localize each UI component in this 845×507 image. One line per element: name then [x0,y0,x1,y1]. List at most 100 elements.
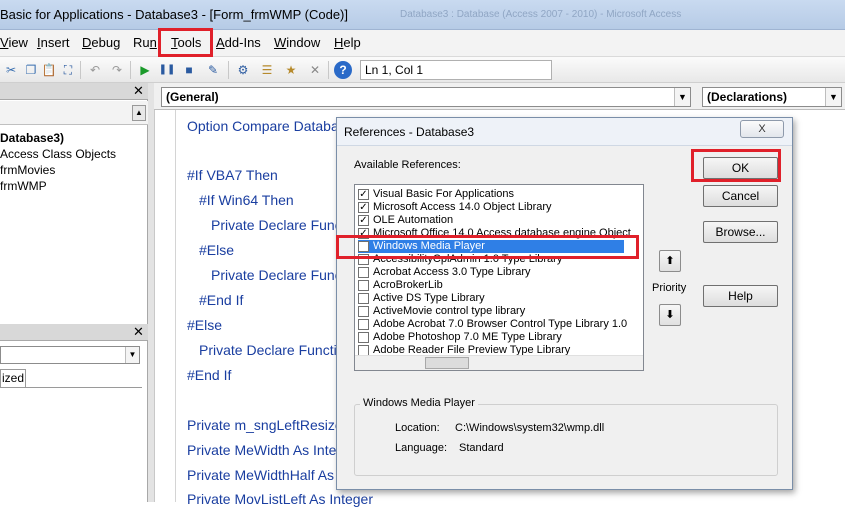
language-label: Language: [395,442,447,454]
reference-name: Adobe Photoshop 7.0 ME Type Library [373,331,562,343]
code-line: #End If [199,292,244,308]
scroll-up-icon[interactable]: ▲ [132,105,146,121]
windows-media-player-highlight-box [336,235,639,259]
reference-item[interactable]: ✓ OLE Automation [358,214,624,227]
copy-icon[interactable]: ❐ [22,61,40,79]
references-list[interactable]: AEAudioAPODllLibAdobe Reader File Previe… [354,184,644,371]
project-explorer-icon[interactable]: ⚙ [234,61,252,79]
code-line: #Else [199,242,235,258]
chevron-down-icon[interactable]: ▼ [125,347,139,363]
priority-up-button[interactable]: ⬆ [659,250,681,272]
reference-item[interactable]: Acrobat Access 3.0 Type Library [358,266,624,279]
reference-checkbox[interactable] [358,280,369,291]
reference-item[interactable]: AcroBrokerLib [358,279,624,292]
tab-categorized[interactable]: ized [0,369,26,387]
reference-checkbox[interactable]: ✓ [358,189,369,200]
help-button[interactable]: Help [703,285,778,307]
find-icon[interactable]: ⛶ [59,61,77,79]
toolbar-separator [328,61,329,79]
code-line: #If Win64 Then [199,192,294,208]
browse-button[interactable]: Browse... [703,221,778,243]
tools-highlight-box [158,28,213,57]
properties-icon[interactable]: ☰ [258,61,276,79]
reset-icon[interactable]: ■ [180,61,198,79]
project-title[interactable]: Database3) [0,131,64,145]
cut-icon[interactable]: ✂ [2,61,20,79]
reference-item[interactable]: ✓ Microsoft Access 14.0 Object Library [358,201,624,214]
toolbar-separator [130,61,131,79]
project-pane: ✕ ▲ Database3) Access Class Objects frmM… [0,83,148,502]
access-key: n [149,35,157,50]
paste-icon[interactable]: 📋 [40,61,58,79]
reference-name: Active DS Type Library [373,292,485,304]
object-combo-value: (General) [166,90,219,104]
properties-pane-header: ✕ [0,324,148,341]
group-title: Windows Media Player [360,397,478,409]
toolbar-separator [80,61,81,79]
reference-checkbox[interactable] [358,267,369,278]
project-pane-header: ✕ [0,83,148,100]
cursor-position: Ln 1, Col 1 [360,60,552,80]
code-line: Private m_sngLeftResizeP [187,417,352,433]
reference-checkbox[interactable]: ✓ [358,215,369,226]
close-icon[interactable]: ✕ [132,325,145,338]
code-line: Private MeWidthHalf As [187,467,335,483]
reference-item[interactable]: Active DS Type Library [358,292,624,305]
menu-debug[interactable]: Debug [82,35,120,50]
menu-view[interactable]: View [0,35,28,50]
menu-bar: View Insert Debug Run Tools Add-Ins Wind… [0,30,845,57]
menu-add-ins[interactable]: Add-Ins [216,35,261,50]
reference-checkbox[interactable] [358,293,369,304]
cancel-button[interactable]: Cancel [703,185,778,207]
tab-divider [0,387,142,388]
menu-insert[interactable]: Insert [37,35,70,50]
tree-item-frmmovies[interactable]: frmMovies [0,163,55,177]
reference-item[interactable]: Adobe Acrobat 7.0 Browser Control Type L… [358,318,628,331]
tree-item-frmwmp[interactable]: frmWMP [0,179,47,193]
reference-name: Microsoft Access 14.0 Object Library [373,201,552,213]
access-key: D [82,35,92,50]
reference-item[interactable]: Adobe Photoshop 7.0 ME Type Library [358,331,624,344]
procedure-combo-value: (Declarations) [707,90,788,104]
reference-checkbox[interactable] [358,332,369,343]
toolbox-icon[interactable]: ✕ [306,61,324,79]
design-mode-icon[interactable]: ✎ [204,61,222,79]
tree-item-access-class-objects[interactable]: Access Class Objects [0,147,116,161]
close-button[interactable]: X [740,120,784,138]
code-line: Option Compare Databa [187,118,339,134]
location-label: Location: [395,422,440,434]
menu-help[interactable]: Help [334,35,361,50]
reference-name: Adobe Acrobat 7.0 Browser Control Type L… [373,318,628,330]
undo-icon[interactable]: ↶ [86,61,104,79]
run-icon[interactable]: ▶ [136,61,154,79]
chevron-down-icon[interactable]: ▼ [825,88,841,106]
break-icon[interactable]: ❚❚ [158,61,176,79]
reference-checkbox[interactable] [358,306,369,317]
reference-name: Visual Basic For Applications [373,188,515,200]
reference-name: ActiveMovie control type library [373,305,526,317]
help-icon[interactable]: ? [334,61,352,79]
close-icon[interactable]: ✕ [132,84,145,97]
reference-checkbox[interactable] [358,319,369,330]
background-window-title: Database3 : Database (Access 2007 - 2010… [400,9,682,20]
menu-run[interactable]: Run [133,35,157,50]
reference-name: Acrobat Access 3.0 Type Library [373,266,531,278]
properties-object-combo[interactable]: ▼ [0,346,140,364]
reference-checkbox[interactable]: ✓ [358,202,369,213]
priority-down-button[interactable]: ⬇ [659,304,681,326]
scroll-thumb[interactable] [425,357,469,369]
reference-name: OLE Automation [373,214,454,226]
redo-icon[interactable]: ↷ [108,61,126,79]
code-line: #Else [187,317,223,333]
object-browser-icon[interactable]: ★ [282,61,300,79]
reference-item[interactable]: ActiveMovie control type library [358,305,624,318]
location-value: C:\Windows\system32\wmp.dll [455,422,605,434]
chevron-down-icon[interactable]: ▼ [674,88,690,106]
dialog-title: References - Database3 [344,125,475,139]
menu-window[interactable]: Window [274,35,320,50]
procedure-combo[interactable]: (Declarations) ▼ [702,87,842,107]
access-key: I [37,35,41,50]
object-combo[interactable]: (General) ▼ [161,87,691,107]
list-horizontal-scrollbar[interactable] [355,355,643,370]
reference-item[interactable]: ✓ Visual Basic For Applications [358,188,624,201]
